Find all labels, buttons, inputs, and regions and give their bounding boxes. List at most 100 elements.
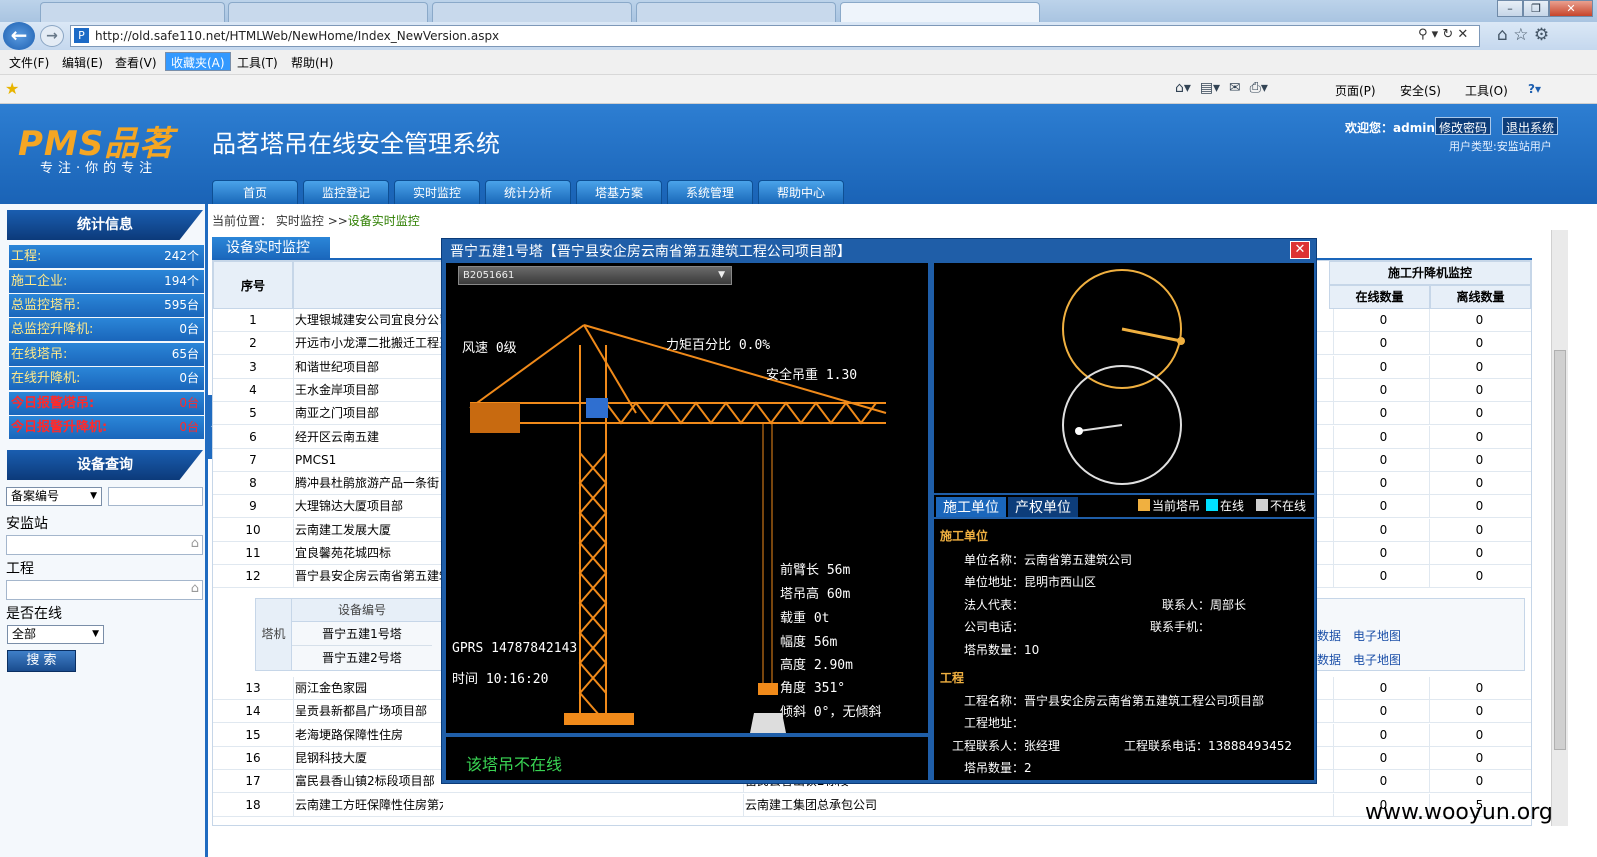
minimize-icon[interactable]: – xyxy=(1497,0,1523,17)
close-icon[interactable]: ✕ xyxy=(1549,0,1593,17)
online-select[interactable]: 全部 ▼ xyxy=(7,625,104,644)
cmd-page[interactable]: 页面(P) xyxy=(1335,82,1376,99)
browser-tab[interactable] xyxy=(40,2,225,22)
station-input[interactable]: ⌂ xyxy=(6,535,203,555)
maximize-icon[interactable]: ❐ xyxy=(1523,0,1549,17)
filter-type-select[interactable]: 备案编号 ▼ xyxy=(6,487,102,506)
tab-construction-unit[interactable]: 施工单位 xyxy=(936,497,1006,517)
home-icon[interactable]: ⌂▾ xyxy=(1175,80,1191,96)
nav-tab-system[interactable]: 系统管理 xyxy=(667,180,753,204)
back-icon[interactable]: ← xyxy=(3,22,35,50)
stat-value: 0台 xyxy=(179,322,199,336)
nav-tab-realtime[interactable]: 实时监控 xyxy=(394,180,480,204)
map-link[interactable]: 电子地图 xyxy=(1353,651,1401,668)
page-scrollbar[interactable] xyxy=(1551,230,1568,826)
table-cell-name: 王水金岸项目部 xyxy=(293,378,443,402)
scrollbar-thumb[interactable] xyxy=(1554,350,1566,750)
table-cell-name: 富民县香山镇2标段项目部 xyxy=(293,770,443,794)
search-icon[interactable]: ⚲ xyxy=(1418,27,1428,42)
crane-height: 塔吊高 60m xyxy=(780,587,851,602)
home-picker-icon[interactable]: ⌂ xyxy=(191,581,199,596)
sub-device-1: 晋宁五建1号塔 xyxy=(292,623,432,646)
favorites-icon[interactable]: ★ xyxy=(5,79,19,98)
table-row[interactable]: 18云南建工方旺保障性住房第六施工段云南建工集团总承包公司05 xyxy=(213,793,1531,817)
filter-value-input[interactable] xyxy=(108,487,203,506)
table-cell-n1: 0 xyxy=(1333,746,1433,770)
stat-label: 总监控升降机: xyxy=(11,322,94,337)
forward-icon[interactable]: → xyxy=(40,25,64,47)
project-input[interactable]: ⌂ xyxy=(6,580,203,600)
table-cell-name: 和谐世纪项目部 xyxy=(293,355,443,379)
change-password-button[interactable]: 修改密码 xyxy=(1435,117,1492,135)
online-label: 是否在线 xyxy=(6,606,62,622)
project-label: 工程 xyxy=(6,561,34,577)
mail-icon[interactable]: ✉ xyxy=(1229,80,1241,96)
menu-view[interactable]: 查看(V) xyxy=(111,54,161,71)
home-icon[interactable]: ⌂ xyxy=(1497,25,1508,45)
table-cell-no: 7 xyxy=(249,452,257,467)
settings-gear-icon[interactable]: ⚙ xyxy=(1534,25,1549,45)
table-cell-no: 2 xyxy=(249,336,257,351)
unit-address: 单位地址：昆明市西山区 xyxy=(964,575,1097,589)
address-url: http://old.safe110.net/HTMLWeb/NewHome/I… xyxy=(95,29,500,43)
cmd-safety[interactable]: 安全(S) xyxy=(1400,82,1441,99)
table-cell-no: 5 xyxy=(249,406,257,421)
table-cell-name: 宜良馨苑花城四标 xyxy=(293,542,443,565)
tab-owner-unit[interactable]: 产权单位 xyxy=(1008,497,1078,517)
table-cell-name: 腾冲县杜鹃旅游产品一条街 xyxy=(293,472,443,496)
nav-tab-home[interactable]: 首页 xyxy=(212,180,298,204)
panel-tab[interactable]: 设备实时监控 xyxy=(212,237,330,260)
window-controls: – ❐ ✕ xyxy=(1497,0,1593,18)
browser-tab-active[interactable] xyxy=(840,2,1040,22)
station-label: 安监站 xyxy=(6,516,48,532)
table-cell-n2: 0 xyxy=(1429,402,1529,426)
browser-toolbar-icons: ⌂ ☆ ⚙ xyxy=(1497,25,1549,45)
table-cell-n1: 0 xyxy=(1333,542,1433,565)
table-cell-n2: 0 xyxy=(1429,518,1529,542)
logout-button[interactable]: 退出系统 xyxy=(1502,117,1559,135)
rss-icon[interactable]: ▤▾ xyxy=(1200,80,1220,96)
slogan: 专注·你的专注 xyxy=(40,161,158,176)
map-link[interactable]: 电子地图 xyxy=(1353,627,1401,644)
stop-icon[interactable]: ✕ xyxy=(1457,27,1468,42)
stat-value: 0台 xyxy=(179,396,199,410)
address-bar[interactable]: http://old.safe110.net/HTMLWeb/NewHome/I… xyxy=(70,25,1480,47)
nav-tab-stats[interactable]: 统计分析 xyxy=(485,180,571,204)
load-value: 载重 0t xyxy=(780,611,830,626)
legend-current: 当前塔吊 xyxy=(1152,499,1201,513)
browser-tab[interactable] xyxy=(432,2,632,22)
table-cell-n1: 0 xyxy=(1333,518,1433,542)
menu-tools[interactable]: 工具(T) xyxy=(233,54,282,71)
menu-file[interactable]: 文件(F) xyxy=(5,54,53,71)
dialog-title: 晋宁五建1号塔【晋宁县安企房云南省第五建筑工程公司项目部】 xyxy=(450,244,851,260)
cmd-tools[interactable]: 工具(O) xyxy=(1465,82,1508,99)
table-cell-c3: 云南建工集团总承包公司 xyxy=(743,793,1123,817)
browser-tab[interactable] xyxy=(228,2,428,22)
menu-favorites[interactable]: 收藏夹(A) xyxy=(165,52,231,71)
table-cell-n2: 0 xyxy=(1429,378,1529,402)
data-link[interactable]: 数据 xyxy=(1317,627,1341,644)
table-cell-n1: 0 xyxy=(1333,677,1433,700)
help-icon[interactable]: ?▾ xyxy=(1528,82,1541,96)
dropdown-icon[interactable]: ▾ xyxy=(1432,27,1439,42)
dialog-close-button[interactable]: ✕ xyxy=(1290,241,1310,259)
print-icon[interactable]: ⎙▾ xyxy=(1250,80,1268,96)
sub-col-device: 设备编号 xyxy=(292,599,432,622)
breadcrumb-item[interactable]: 实时监控 xyxy=(276,214,324,228)
nav-tab-register[interactable]: 监控登记 xyxy=(303,180,389,204)
refresh-icon[interactable]: ↻ xyxy=(1442,27,1453,42)
page-favicon-icon: P xyxy=(74,28,89,43)
search-button[interactable]: 搜 索 xyxy=(7,650,76,672)
nav-tab-foundation[interactable]: 塔基方案 xyxy=(576,180,662,204)
browser-tab-strip xyxy=(0,0,1597,22)
menu-edit[interactable]: 编辑(E) xyxy=(58,54,107,71)
stat-alarm-cranes: 今日报警塔吊: 0台 xyxy=(9,392,204,415)
nav-tab-help[interactable]: 帮助中心 xyxy=(758,180,844,204)
home-picker-icon[interactable]: ⌂ xyxy=(191,536,199,551)
data-link[interactable]: 数据 xyxy=(1317,651,1341,668)
menu-help[interactable]: 帮助(H) xyxy=(287,54,337,71)
project-address: 工程地址： xyxy=(964,716,1025,730)
table-cell-name: 晋宁县安企房云南省第五建筑 xyxy=(293,565,443,589)
favorites-star-icon[interactable]: ☆ xyxy=(1513,25,1528,45)
browser-tab[interactable] xyxy=(636,2,836,22)
